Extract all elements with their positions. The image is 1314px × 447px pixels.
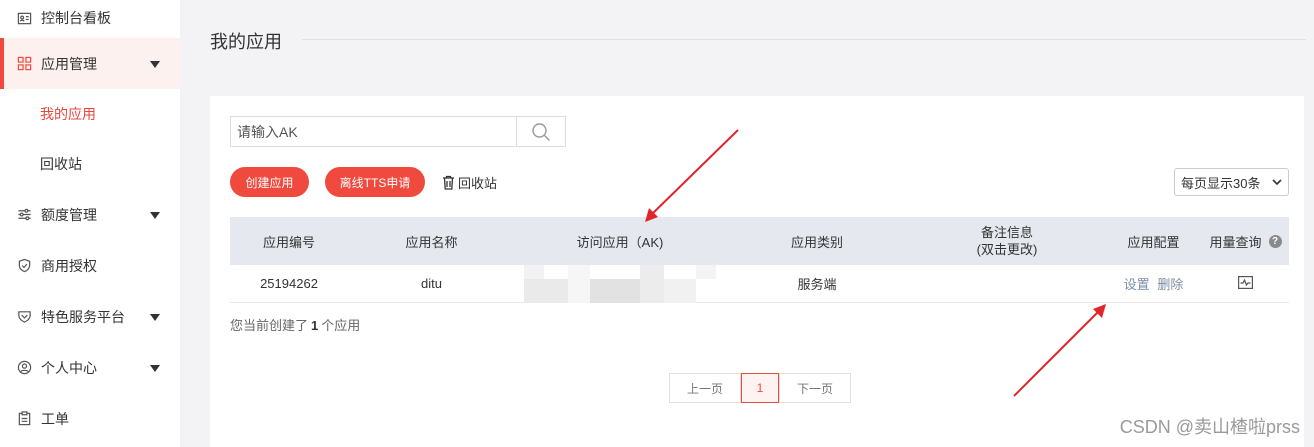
header-note-title: 备注信息 <box>980 225 1033 240</box>
cell-app-name: ditu <box>421 276 442 291</box>
sidebar-item-work-order[interactable]: 工单 <box>0 393 180 444</box>
page-size-value: 每页显示30条 <box>1181 175 1261 191</box>
offline-tts-apply-button[interactable]: 离线TTS申请 <box>325 167 425 197</box>
apps-card: 创建应用 离线TTS申请 回收站 每页显示30条 应用编号 应用名称 访问应用（… <box>210 96 1304 447</box>
search-icon <box>532 122 550 141</box>
summary-prefix: 您当前创建了 <box>230 318 309 333</box>
caret-down-icon <box>150 313 160 321</box>
sidebar: 控制台看板 应用管理 我的应用 回收站 额度管理 商用授权 特色服务平台 个人中… <box>0 0 180 447</box>
sidebar-subitem-my-apps[interactable]: 我的应用 <box>0 89 180 139</box>
clipboard-icon <box>16 411 32 427</box>
header-access-ak: 访问应用（AK) <box>576 234 664 250</box>
shield-check-icon <box>16 258 32 274</box>
header-usage-label: 用量查询 <box>1209 234 1262 250</box>
recycle-bin-label: 回收站 <box>458 176 498 191</box>
sidebar-item-dashboard[interactable]: 控制台看板 <box>0 0 180 38</box>
cell-app-config: 设置 删除 <box>1105 274 1202 293</box>
cell-usage <box>1202 275 1289 292</box>
page-size-select[interactable]: 每页显示30条 <box>1174 168 1289 196</box>
header-note: 备注信息 (双击更改) <box>909 224 1105 258</box>
app-count-summary: 您当前创建了 1 个应用 <box>230 315 360 334</box>
pagination: 上一页 1 下一页 <box>669 373 851 403</box>
table-row: 25194262 ditu 服务端 设置 删除 <box>230 264 1289 303</box>
caret-down-icon <box>150 364 160 372</box>
header-app-config: 应用配置 <box>1127 234 1180 250</box>
search-button[interactable] <box>516 117 565 146</box>
header-app-name: 应用名称 <box>405 234 458 250</box>
heart-shield-icon <box>16 309 32 325</box>
settings-link[interactable]: 设置 <box>1124 277 1150 292</box>
caret-down-icon <box>150 211 160 219</box>
sidebar-item-label: 商用授权 <box>41 257 97 274</box>
sidebar-item-label: 特色服务平台 <box>41 308 125 325</box>
cell-app-id: 25194262 <box>260 276 318 291</box>
recycle-bin-link[interactable]: 回收站 <box>442 173 497 192</box>
header-note-hint: (双击更改) <box>976 242 1038 257</box>
sidebar-item-app-management[interactable]: 应用管理 <box>0 38 180 89</box>
sidebar-item-label: 工单 <box>41 410 69 427</box>
redacted-ak <box>524 264 716 303</box>
sidebar-item-quota[interactable]: 额度管理 <box>0 189 180 240</box>
summary-count: 1 <box>311 318 319 333</box>
user-icon <box>16 360 32 376</box>
page-title: 我的应用 <box>210 32 282 52</box>
watermark: CSDN @卖山楂啦prss <box>1119 417 1300 437</box>
summary-suffix: 个应用 <box>321 318 361 333</box>
sidebar-item-label: 个人中心 <box>41 359 97 376</box>
help-icon[interactable]: ? <box>1268 234 1282 248</box>
delete-link[interactable]: 删除 <box>1157 277 1183 292</box>
cell-access-ak <box>515 264 725 303</box>
sidebar-item-label: 额度管理 <box>41 206 97 223</box>
search-box <box>230 116 566 147</box>
sidebar-item-commercial-license[interactable]: 商用授权 <box>0 240 180 291</box>
sidebar-item-label: 控制台看板 <box>41 10 111 26</box>
create-app-button[interactable]: 创建应用 <box>230 167 309 197</box>
divider <box>302 39 1306 40</box>
header-usage: 用量查询 ? <box>1202 232 1289 251</box>
next-page-button[interactable]: 下一页 <box>779 373 851 403</box>
header-app-category: 应用类别 <box>790 234 843 250</box>
chevron-down-icon <box>1272 179 1282 186</box>
sidebar-subitem-recycle-bin[interactable]: 回收站 <box>0 139 180 189</box>
sidebar-item-label: 应用管理 <box>41 55 97 72</box>
prev-page-button[interactable]: 上一页 <box>669 373 741 403</box>
search-input[interactable] <box>231 117 516 146</box>
caret-down-icon <box>150 60 160 68</box>
apps-table: 应用编号 应用名称 访问应用（AK) 应用类别 备注信息 (双击更改) 应用配置… <box>230 217 1289 303</box>
header-app-id: 应用编号 <box>262 234 315 250</box>
cell-app-category: 服务端 <box>797 277 837 292</box>
grid-icon <box>16 56 32 72</box>
id-card-icon <box>16 10 32 26</box>
usage-chart-icon[interactable] <box>1238 275 1253 289</box>
sidebar-item-featured-services[interactable]: 特色服务平台 <box>0 291 180 342</box>
trash-icon <box>443 175 454 190</box>
sidebar-item-personal-center[interactable]: 个人中心 <box>0 342 180 393</box>
sliders-icon <box>16 207 32 223</box>
page-number-button[interactable]: 1 <box>741 373 779 403</box>
table-header: 应用编号 应用名称 访问应用（AK) 应用类别 备注信息 (双击更改) 应用配置… <box>230 217 1289 265</box>
